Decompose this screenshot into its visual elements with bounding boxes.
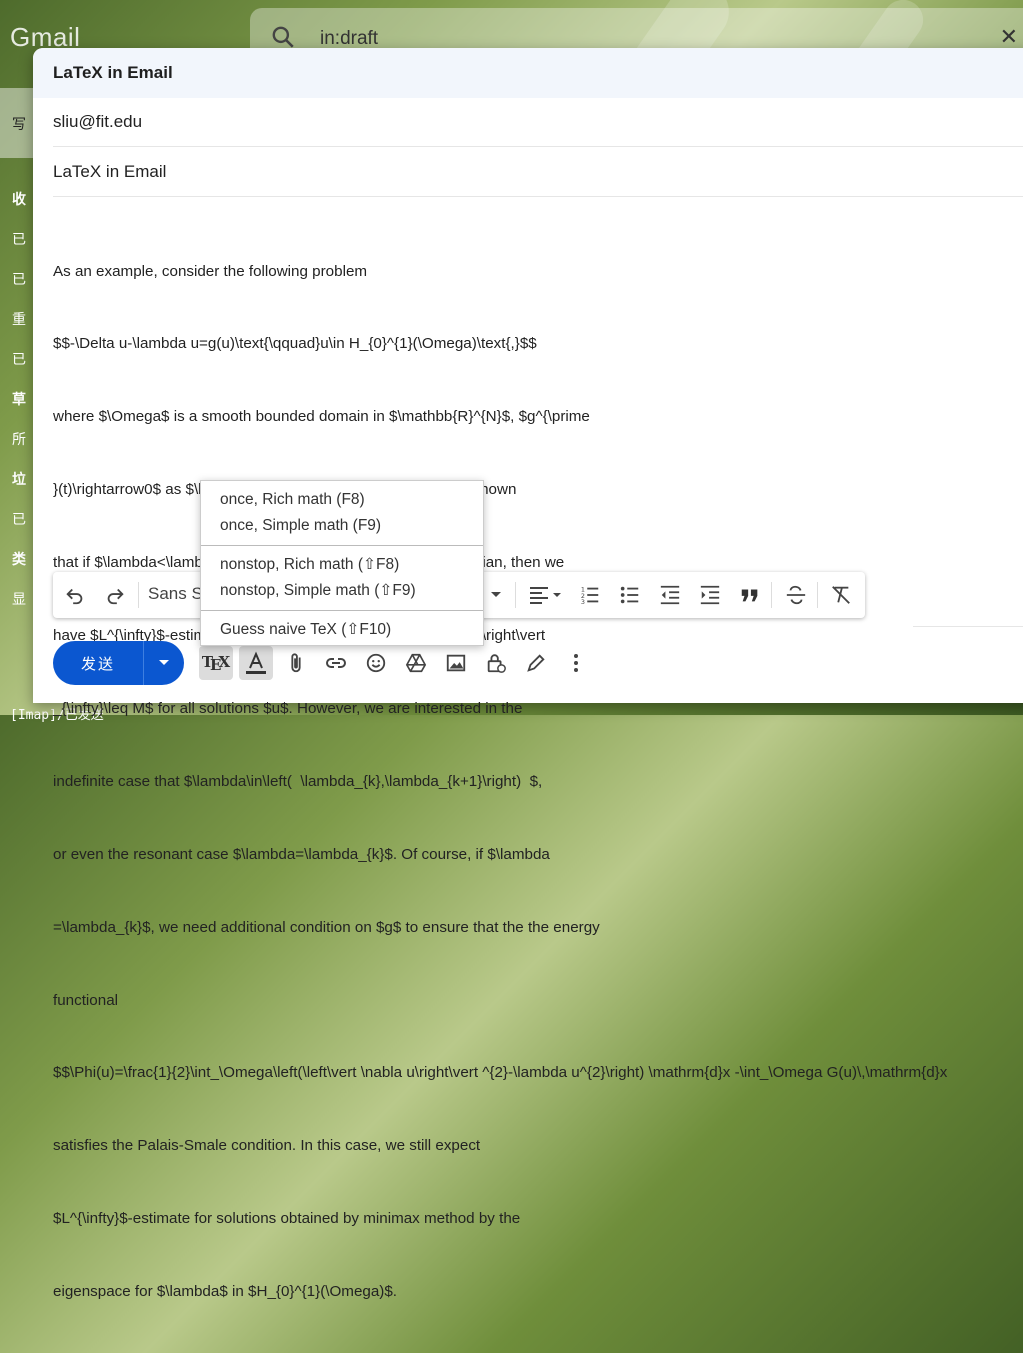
link-icon[interactable] — [319, 646, 353, 680]
body-line: $$\Phi(u)=\frac{1}{2}\int_\Omega\left(\l… — [53, 1064, 948, 1082]
body-line: where $\Omega$ is a smooth bounded domai… — [53, 408, 590, 426]
message-body[interactable]: As an example, consider the following pr… — [53, 211, 1023, 1353]
toolbar-separator — [771, 582, 772, 608]
numbered-list-icon[interactable]: 123 — [575, 580, 605, 610]
menu-item-once-rich[interactable]: once, Rich math (F8) — [201, 487, 483, 513]
indent-less-icon[interactable] — [655, 580, 685, 610]
toolbar-separator — [515, 582, 516, 608]
tex-dropdown-menu: once, Rich math (F8) once, Simple math (… — [200, 480, 484, 646]
body-line: functional — [53, 991, 119, 1009]
body-line: or even the resonant case $\lambda=\lamb… — [53, 845, 550, 863]
to-field[interactable]: sliu@fit.edu — [53, 98, 1023, 147]
sidebar-item[interactable]: 已 — [12, 229, 26, 249]
compose-title: LaTeX in Email — [53, 63, 173, 82]
confidential-mode-icon[interactable] — [479, 646, 513, 680]
send-button[interactable]: 发送 — [53, 653, 143, 674]
sidebar-item[interactable]: 所 — [12, 429, 26, 449]
remove-formatting-icon[interactable] — [826, 580, 856, 610]
quote-icon[interactable] — [735, 580, 765, 610]
drive-icon[interactable] — [399, 646, 433, 680]
body-line: $L^{\infty}$-estimate for solutions obta… — [53, 1210, 521, 1228]
schedule-send-dropdown-icon[interactable] — [144, 659, 184, 667]
search-input[interactable]: in:draft — [320, 28, 378, 50]
redo-icon[interactable] — [100, 580, 130, 610]
sidebar-item-categories[interactable]: 类 — [12, 549, 26, 569]
clear-search-icon[interactable]: ✕ — [1000, 24, 1018, 50]
sidebar-item[interactable]: 已 — [12, 509, 26, 529]
compose-window: LaTeX in Email sliu@fit.edu LaTeX in Ema… — [33, 48, 1023, 1300]
signature-icon[interactable] — [519, 646, 553, 680]
sidebar-item[interactable]: 已 — [12, 269, 26, 289]
body-line: eigenspace for $\lambda$ in $H_{0}^{1}(\… — [53, 1283, 398, 1301]
body-line: _{\infty}\leq M$ for all solutions $u$. … — [53, 699, 523, 717]
body-line: =\lambda_{k}$, we need additional condit… — [53, 918, 600, 936]
photo-icon[interactable] — [439, 646, 473, 680]
svg-text:3: 3 — [581, 598, 585, 606]
undo-icon[interactable] — [60, 580, 90, 610]
compose-label: 写 — [12, 116, 26, 132]
menu-item-nonstop-rich[interactable]: nonstop, Rich math (⇧F8) — [201, 552, 483, 578]
menu-item-guess-naive-tex[interactable]: Guess naive TeX (⇧F10) — [201, 617, 483, 643]
to-recipient[interactable]: sliu@fit.edu — [53, 112, 142, 132]
strikethrough-icon[interactable] — [781, 580, 811, 610]
menu-item-nonstop-simple[interactable]: nonstop, Simple math (⇧F9) — [201, 578, 483, 604]
text-color-icon[interactable] — [239, 646, 273, 680]
toolbar-separator — [138, 582, 139, 608]
toolbar-separator — [817, 582, 818, 608]
body-line: have $L^{\infty}$-estimate: there is $M>… — [53, 627, 546, 645]
subject-field[interactable]: LaTeX in Email — [53, 148, 1023, 197]
sidebar-item-inbox[interactable]: 收 — [12, 189, 26, 209]
bulleted-list-icon[interactable] — [615, 580, 645, 610]
menu-group-once: once, Rich math (F8) once, Simple math (… — [201, 481, 483, 546]
sidebar-item-drafts[interactable]: 草 — [12, 389, 26, 409]
font-size-dropdown-icon[interactable] — [481, 580, 511, 610]
sidebar-item-spam[interactable]: 垃 — [12, 469, 26, 489]
more-options-icon[interactable] — [559, 646, 593, 680]
compose-header[interactable]: LaTeX in Email — [33, 48, 1023, 98]
tex-icon: TEX — [201, 652, 231, 674]
subject-input[interactable]: LaTeX in Email — [53, 162, 166, 182]
body-line: As an example, consider the following pr… — [53, 262, 368, 280]
divider — [913, 626, 1023, 627]
indent-more-icon[interactable] — [695, 580, 725, 610]
emoji-icon[interactable] — [359, 646, 393, 680]
body-line: satisfies the Palais-Smale condition. In… — [53, 1137, 481, 1155]
align-icon[interactable] — [523, 580, 567, 610]
sidebar-item[interactable]: 重 — [12, 309, 26, 329]
body-line: indefinite case that $\lambda\in\left( \… — [53, 772, 543, 790]
menu-group-nonstop: nonstop, Rich math (⇧F8) nonstop, Simple… — [201, 546, 483, 611]
sidebar-item[interactable]: 显 — [12, 589, 26, 609]
tex-button[interactable]: TEX — [199, 646, 233, 680]
body-line: $$-\Delta u-\lambda u=g(u)\text{\qquad}u… — [53, 335, 537, 353]
menu-group-guess: Guess naive TeX (⇧F10) — [201, 611, 483, 649]
sidebar-item[interactable]: 已 — [12, 349, 26, 369]
attach-icon[interactable] — [279, 646, 313, 680]
menu-item-once-simple[interactable]: once, Simple math (F9) — [201, 513, 483, 539]
send-button-group: 发送 — [53, 641, 184, 685]
body-line: }(t)\rightarrow0$ as $\left\vert t\right… — [53, 481, 517, 499]
